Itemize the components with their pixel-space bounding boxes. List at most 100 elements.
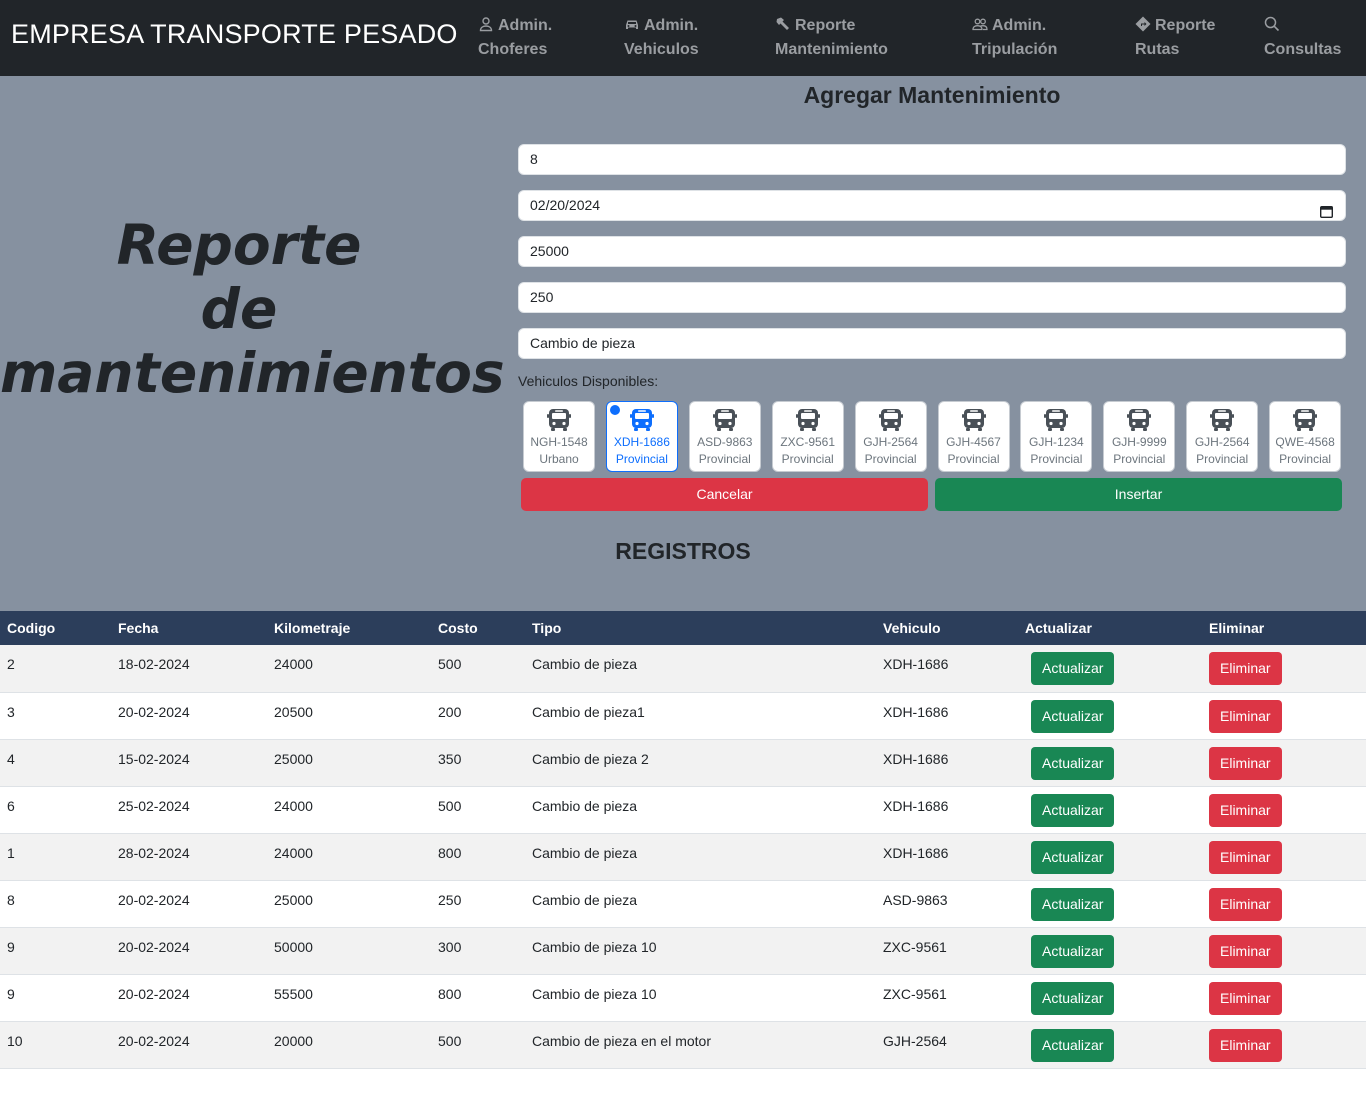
delete-button[interactable]: Eliminar — [1209, 652, 1282, 685]
delete-button[interactable]: Eliminar — [1209, 981, 1282, 1015]
nav-admin-tripulacion[interactable]: Admin. Tripulación — [972, 14, 1057, 62]
cell-codigo: 10 — [7, 1032, 23, 1049]
delete-button[interactable]: Eliminar — [1209, 934, 1282, 968]
cell-costo: 500 — [438, 797, 462, 814]
update-button[interactable]: Actualizar — [1031, 887, 1115, 921]
fecha-field[interactable]: 02/20/2024 — [518, 190, 1346, 221]
vehicle-plate: XDH-1686 — [613, 435, 670, 449]
vehicle-option[interactable]: GJH-1234 Provincial — [1020, 401, 1093, 472]
nav-label-1: Reporte — [795, 17, 856, 34]
nav-reporte-mantenimiento[interactable]: Reporte Mantenimiento — [775, 14, 888, 62]
cell-fecha: 15-02-2024 — [118, 750, 190, 767]
vehicle-kind: Provincial — [781, 452, 834, 466]
cell-tipo: Cambio de pieza — [532, 891, 638, 908]
column-header: Tipo — [532, 620, 562, 636]
table-row: 4 15-02-2024 25000 350 Cambio de pieza 2 XDH-… — [0, 739, 1366, 786]
delete-button[interactable]: Eliminar — [1209, 840, 1282, 874]
nav-label-1: Admin. — [498, 17, 553, 34]
brand-title[interactable]: EMPRESA TRANSPORTE PESADO — [11, 19, 458, 50]
costo-field[interactable]: 250 — [518, 282, 1346, 313]
car-icon — [624, 16, 640, 32]
vehicle-plate: ZXC-9561 — [780, 435, 836, 449]
cell-eliminar: Eliminar — [1202, 739, 1366, 786]
person-icon — [478, 16, 494, 32]
vehicle-option[interactable]: XDH-1686 Provincial — [605, 401, 678, 472]
vehicle-kind: Provincial — [1113, 452, 1166, 466]
cell-codigo: 3 — [7, 703, 15, 720]
cell-fecha: 20-02-2024 — [118, 985, 190, 1002]
update-button[interactable]: Actualizar — [1031, 699, 1115, 733]
cell-actualizar: Actualizar — [1018, 880, 1202, 927]
update-button[interactable]: Actualizar — [1031, 793, 1115, 827]
bus-icon — [1209, 407, 1235, 433]
cell-kilometraje: 24000 — [274, 656, 313, 672]
records-table: Codigo Fecha Kilometraje Costo Tipo Vehi… — [0, 611, 1366, 1069]
update-button[interactable]: Actualizar — [1031, 746, 1115, 780]
vehicle-plate: QWE-4568 — [1275, 435, 1335, 449]
delete-button[interactable]: Eliminar — [1209, 746, 1282, 780]
cell-codigo: 9 — [7, 938, 15, 955]
cell-fecha: 20-02-2024 — [118, 938, 190, 955]
vehicle-option[interactable]: ZXC-9561 Provincial — [771, 401, 844, 472]
delete-button[interactable]: Eliminar — [1209, 1028, 1282, 1062]
cell-tipo: Cambio de pieza 2 — [532, 750, 649, 767]
nav-reporte-rutas[interactable]: Reporte Rutas — [1135, 14, 1215, 62]
bus-icon — [795, 407, 821, 433]
nav-admin-choferes[interactable]: Admin. Choferes — [478, 14, 552, 62]
vehicle-kind: Provincial — [1196, 452, 1249, 466]
bus-icon — [1043, 407, 1069, 433]
navbar: EMPRESA TRANSPORTE PESADO Admin. Chofere… — [0, 0, 1366, 76]
bus-icon — [878, 407, 904, 433]
nav-consultas[interactable]: Consultas — [1264, 14, 1341, 62]
vehicle-option[interactable]: GJH-9999 Provincial — [1103, 401, 1176, 472]
tipo-field[interactable]: Cambio de pieza — [518, 328, 1346, 359]
vehicle-kind: Provincial — [615, 452, 668, 466]
nav-admin-vehiculos[interactable]: Admin. Vehiculos — [624, 14, 699, 62]
page-side-title: Reporte de mantenimientos — [0, 213, 505, 405]
update-button[interactable]: Actualizar — [1031, 1028, 1115, 1062]
delete-button[interactable]: Eliminar — [1209, 793, 1282, 827]
vehicle-plate: NGH-1548 — [530, 435, 588, 449]
cell-vehiculo: GJH-2564 — [883, 1032, 947, 1049]
cell-actualizar: Actualizar — [1018, 692, 1202, 739]
cell-costo: 200 — [438, 703, 462, 720]
calendar-icon[interactable] — [1319, 199, 1334, 219]
vehicle-option[interactable]: QWE-4568 Provincial — [1269, 401, 1342, 472]
nav-label-1: Admin. — [992, 17, 1047, 34]
cell-fecha: 18-02-2024 — [118, 656, 190, 672]
delete-button[interactable]: Eliminar — [1209, 699, 1282, 733]
radio-selected-indicator — [609, 405, 620, 415]
cell-kilometraje: 20500 — [274, 703, 313, 720]
cell-fecha: 28-02-2024 — [118, 844, 190, 861]
codigo-field[interactable]: 8 — [518, 144, 1346, 175]
vehicle-option[interactable]: ASD-9863 Provincial — [688, 401, 761, 472]
side-title-line-3: mantenimientos — [0, 341, 505, 405]
cancel-button[interactable]: Cancelar — [521, 478, 928, 511]
fecha-value: 02/20/2024 — [530, 197, 601, 213]
cell-eliminar: Eliminar — [1202, 974, 1366, 1021]
nav-label-1: Reporte — [1155, 17, 1216, 34]
table-row: 10 20-02-2024 20000 500 Cambio de pieza en e… — [0, 1021, 1366, 1068]
side-title-line-1: Reporte — [116, 213, 362, 277]
vehicle-option[interactable]: GJH-4567 Provincial — [937, 401, 1010, 472]
update-button[interactable]: Actualizar — [1031, 934, 1115, 968]
insert-button[interactable]: Insertar — [935, 478, 1342, 511]
delete-button[interactable]: Eliminar — [1209, 887, 1282, 921]
cell-tipo: Cambio de pieza en el motor — [532, 1032, 711, 1049]
cell-codigo: 2 — [7, 656, 15, 672]
update-button[interactable]: Actualizar — [1031, 652, 1115, 685]
update-button[interactable]: Actualizar — [1031, 981, 1115, 1015]
bus-icon — [629, 407, 655, 433]
kilometraje-field[interactable]: 25000 — [518, 236, 1346, 267]
vehicle-option[interactable]: NGH-1548 Urbano — [523, 401, 595, 472]
cell-costo: 300 — [438, 938, 462, 955]
update-button[interactable]: Actualizar — [1031, 840, 1115, 874]
cell-codigo: 9 — [7, 985, 15, 1002]
cell-codigo: 6 — [7, 797, 15, 814]
vehicle-option[interactable]: GJH-2564 Provincial — [854, 401, 927, 472]
cell-eliminar: Eliminar — [1202, 833, 1366, 880]
table-header-row: Codigo Fecha Kilometraje Costo Tipo Vehi… — [0, 611, 1366, 645]
cell-costo: 250 — [438, 891, 462, 908]
table-row: 6 25-02-2024 24000 500 Cambio de pieza XDH-16… — [0, 786, 1366, 833]
vehicle-option[interactable]: GJH-2564 Provincial — [1186, 401, 1259, 472]
